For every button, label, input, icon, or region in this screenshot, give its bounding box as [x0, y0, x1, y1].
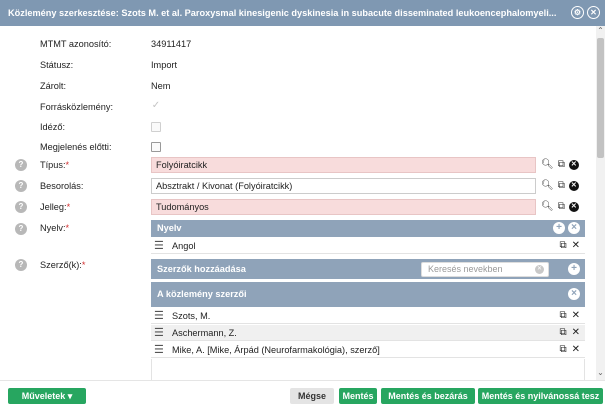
edit-icon[interactable]: ⧉ — [559, 325, 566, 341]
citing-label: Idéző: — [40, 122, 66, 132]
table-row: ☰ Szots, M. ⧉ ✕ — [151, 308, 585, 324]
drag-handle-icon[interactable]: ☰ — [154, 238, 164, 254]
close-icon[interactable]: × — [568, 288, 580, 300]
prepub-label: Megjelenés előtti: — [40, 142, 112, 152]
clear-icon[interactable]: ✕ — [568, 159, 579, 170]
action-bar: Műveletek ▾ Mégse Mentés Mentés és bezár… — [0, 380, 605, 405]
x-icon[interactable]: ✕ — [572, 342, 580, 358]
language-panel-header: Nyelv + × — [151, 220, 585, 237]
list-item: ☰ Angol ⧉ ✕ — [151, 238, 585, 254]
authors-panel-header: A közlemény szerzői × — [151, 282, 585, 307]
table-row: ☰ Aschermann, Z. ⧉ ✕ — [151, 325, 585, 341]
drag-handle-icon[interactable]: ☰ — [154, 342, 164, 358]
scroll-thumb[interactable] — [597, 38, 604, 158]
form-content: MTMT azonosító: 34911417 Státusz: Import… — [0, 26, 596, 380]
edit-icon[interactable]: ⧉ — [559, 238, 566, 254]
class-field[interactable]: Absztrakt / Kivonat (Folyóiratcikk) — [151, 178, 536, 194]
edit-icon[interactable]: ⧉ — [558, 201, 565, 212]
search-icon[interactable]: 🔍︎ — [541, 201, 554, 212]
citing-checkbox[interactable] — [151, 122, 161, 132]
drag-handle-icon[interactable]: ☰ — [154, 325, 164, 341]
help-icon[interactable]: ? — [15, 201, 27, 213]
close-icon[interactable]: ✕ — [587, 6, 600, 19]
language-panel-title: Nyelv — [157, 223, 182, 233]
clear-icon[interactable]: ✕ — [535, 265, 544, 274]
x-icon[interactable]: ✕ — [572, 238, 580, 254]
source-label: Forrásközlemény: — [40, 102, 114, 112]
authors-panel-title: A közlemény szerzői — [157, 289, 247, 299]
close-icon[interactable]: × — [568, 222, 580, 234]
authors-add-title: Szerzők hozzáadása — [157, 264, 246, 274]
clear-icon[interactable]: ✕ — [568, 180, 579, 191]
source-checkbox[interactable]: ✓ — [151, 101, 161, 112]
scroll-down-icon[interactable]: ⌄ — [596, 368, 605, 377]
lang-label: Nyelv:* — [40, 223, 70, 233]
help-icon[interactable]: ? — [15, 159, 27, 171]
help-icon[interactable]: ? — [15, 259, 27, 271]
class-label: Besorolás: — [40, 181, 84, 191]
char-label: Jelleg:* — [40, 202, 71, 212]
search-icon[interactable]: 🔍︎ — [541, 159, 554, 170]
edit-icon[interactable]: ⧉ — [559, 308, 566, 324]
vertical-scrollbar[interactable]: ⌃ ⌄ — [596, 26, 605, 380]
actions-button[interactable]: Műveletek ▾ — [8, 388, 86, 404]
plus-icon[interactable]: + — [553, 222, 565, 234]
x-icon[interactable]: ✕ — [572, 325, 580, 341]
prepub-checkbox[interactable] — [151, 142, 161, 152]
status-label: Státusz: — [40, 60, 74, 70]
mtmt-value: 34911417 — [151, 39, 192, 49]
char-field[interactable]: Tudományos — [151, 199, 536, 215]
table-row: ☰ Mike, A. [Mike, Árpád (Neurofarmakológ… — [151, 342, 585, 358]
window-titlebar: Közlemény szerkesztése: Szots M. et al. … — [0, 0, 605, 26]
search-icon[interactable]: 🔍︎ — [541, 180, 554, 191]
cancel-button[interactable]: Mégse — [290, 388, 334, 404]
locked-value: Nem — [151, 81, 171, 91]
gear-icon[interactable]: ⚙ — [571, 6, 584, 19]
save-button[interactable]: Mentés — [339, 388, 377, 404]
drag-handle-icon[interactable]: ☰ — [154, 308, 164, 324]
help-icon[interactable]: ? — [15, 223, 27, 235]
type-field[interactable]: Folyóiratcikk — [151, 157, 536, 173]
edit-icon[interactable]: ⧉ — [559, 342, 566, 358]
clear-icon[interactable]: ✕ — [568, 201, 579, 212]
language-item: Angol — [172, 241, 196, 251]
author-name: Mike, A. [Mike, Árpád (Neurofarmakológia… — [172, 345, 380, 355]
help-icon[interactable]: ? — [15, 180, 27, 192]
scroll-up-icon[interactable]: ⌃ — [596, 26, 605, 35]
window-title: Közlemény szerkesztése: Szots M. et al. … — [8, 8, 557, 18]
save-publish-button[interactable]: Mentés és nyilvánossá tesz — [478, 388, 603, 404]
save-close-button[interactable]: Mentés és bezárás — [381, 388, 475, 404]
locked-label: Zárolt: — [40, 81, 67, 91]
author-search-input[interactable]: Keresés nevekben ✕ — [421, 262, 549, 277]
status-value: Import — [151, 60, 178, 70]
edit-icon[interactable]: ⧉ — [558, 159, 565, 170]
authors-list-empty-area — [151, 359, 585, 380]
type-label: Típus:* — [40, 160, 70, 170]
edit-icon[interactable]: ⧉ — [558, 180, 565, 191]
authors-label: Szerző(k):* — [40, 260, 86, 270]
author-search-placeholder: Keresés nevekben — [428, 264, 503, 274]
author-name: Aschermann, Z. — [172, 328, 237, 338]
mtmt-label: MTMT azonosító: — [40, 39, 112, 49]
x-icon[interactable]: ✕ — [572, 308, 580, 324]
plus-icon[interactable]: + — [568, 263, 580, 275]
author-name: Szots, M. — [172, 311, 211, 321]
